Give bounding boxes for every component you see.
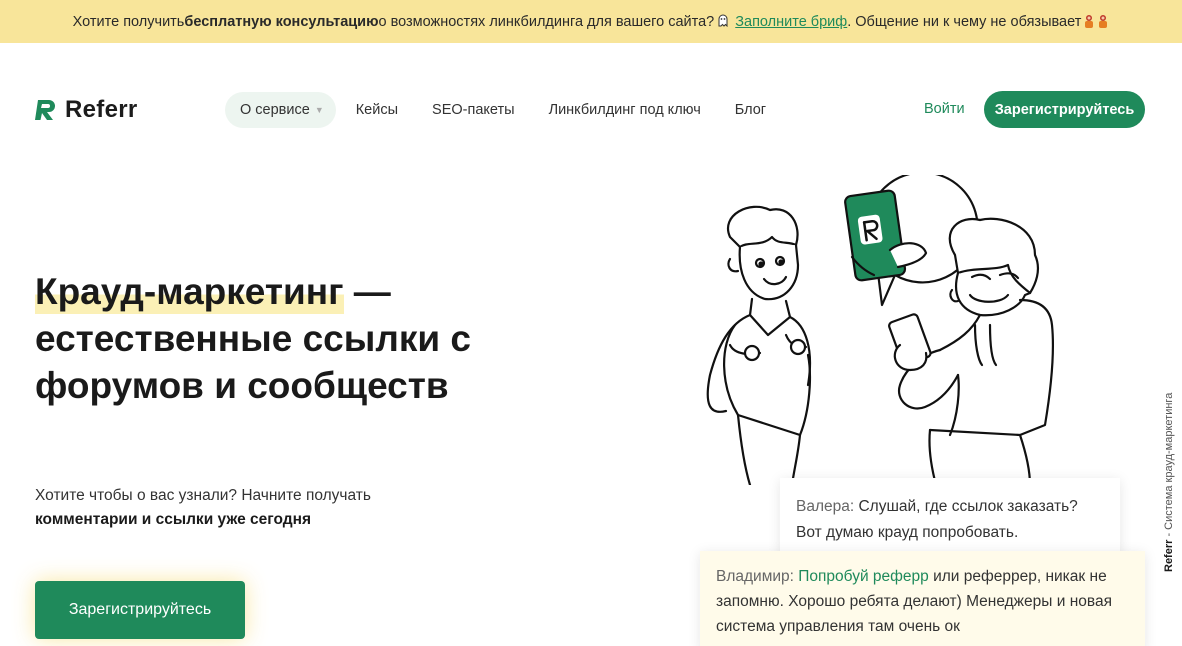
logo-text: Referr — [65, 96, 138, 123]
chat-link[interactable]: Попробуй реферр — [798, 568, 929, 585]
chat-author: Владимир: — [716, 568, 794, 585]
hero-illustration — [706, 175, 1054, 485]
hero-subtitle: Хотите чтобы о вас узнали? Начните получ… — [35, 484, 455, 532]
hero-title-line2: естественные ссылки с — [35, 318, 471, 359]
nav-item-about[interactable]: О сервисе ▼ — [225, 92, 336, 128]
nav-item-seo-packages[interactable]: SEO-пакеты — [415, 92, 532, 128]
nav-item-label: О сервисе — [240, 102, 310, 118]
nav-item-cases[interactable]: Кейсы — [339, 92, 415, 128]
person-emoji-icon — [1083, 14, 1095, 29]
chat-author: Валера: — [796, 498, 855, 515]
side-text: - Система крауд-маркетинга — [1163, 392, 1175, 540]
nav-item-linkbuilding[interactable]: Линкбилдинг под ключ — [532, 92, 718, 128]
banner-text-after: . Общение ни к чему не обязывает — [847, 13, 1082, 30]
site-header: Referr О сервисе ▼ Кейсы SEO-пакеты Линк… — [0, 43, 1182, 175]
person-emoji-icon — [1097, 14, 1109, 29]
hero-title: Крауд-маркетинг — естественные ссылки с … — [35, 268, 555, 409]
login-link[interactable]: Войти — [924, 101, 965, 117]
logo[interactable]: Referr — [35, 96, 138, 124]
hero-title-line3: форумов и сообществ — [35, 365, 449, 406]
signup-button-header[interactable]: Зарегистрируйтесь — [984, 91, 1145, 128]
signup-button-hero[interactable]: Зарегистрируйтесь — [35, 581, 245, 639]
hero-title-highlight: Крауд-маркетинг — [35, 271, 344, 314]
brief-link[interactable]: Заполните бриф — [735, 14, 847, 30]
nav-item-label: Кейсы — [355, 102, 399, 118]
referr-logo-icon — [35, 100, 55, 120]
nav-item-label: Блог — [734, 102, 767, 118]
banner-text-bold: бесплатную консультацию — [184, 13, 379, 30]
banner-text-middle: о возможностях линкбилдинга для вашего с… — [378, 13, 715, 30]
chevron-down-icon: ▼ — [314, 105, 324, 115]
left-character-illustration — [706, 205, 812, 485]
banner-text-before: Хотите получить — [72, 13, 185, 30]
nav-item-label: SEO-пакеты — [432, 102, 515, 118]
hero-sub-line1: Хотите чтобы о вас узнали? Начните получ… — [35, 487, 371, 504]
ghost-emoji-icon — [716, 13, 730, 30]
main-nav: О сервисе ▼ Кейсы SEO-пакеты Линкбилдинг… — [225, 92, 783, 128]
chat-message-valera: Валера: Слушай, где ссылок заказать? Вот… — [780, 478, 1120, 558]
top-banner: Хотите получить бесплатную консультацию … — [0, 0, 1182, 43]
side-caption: Referr - Система крауд-маркетинга — [1163, 393, 1175, 572]
nav-item-blog[interactable]: Блог — [718, 92, 783, 128]
hero-sub-bold: комментарии и ссылки уже сегодня — [35, 511, 312, 528]
chat-message-vladimir: Владимир: Попробуй реферр или реферрер, … — [700, 551, 1145, 646]
nav-item-label: Линкбилдинг под ключ — [548, 102, 701, 118]
side-brand: Referr — [1163, 539, 1175, 572]
hero-title-dash: — — [343, 271, 391, 312]
